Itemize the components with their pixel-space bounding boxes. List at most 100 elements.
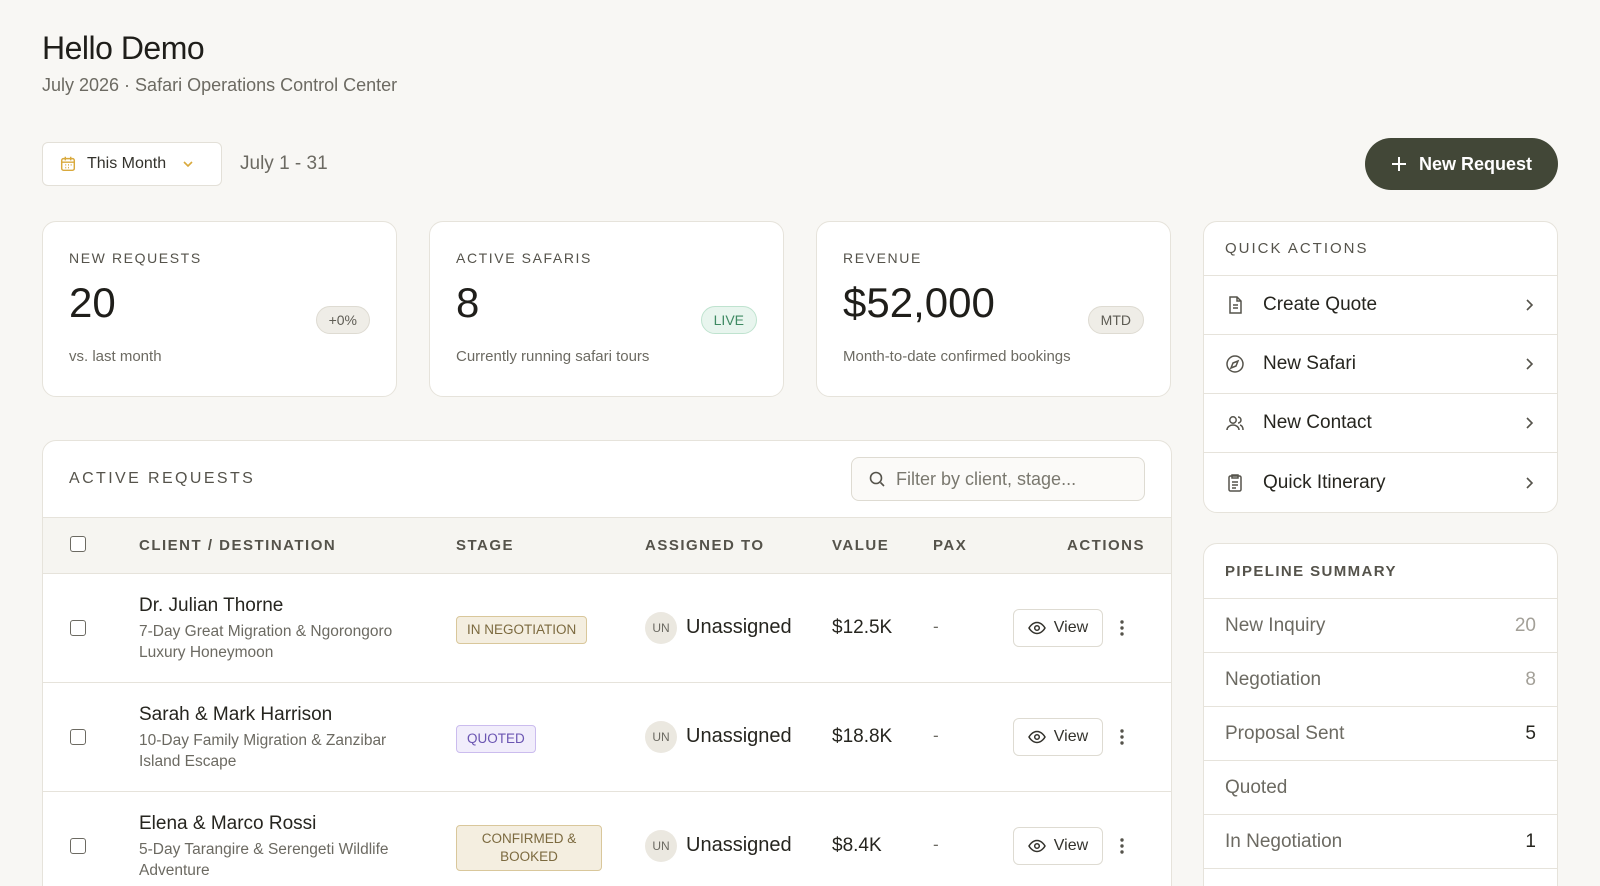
stat-card-active-safaris: ACTIVE SAFARIS 8 Currently running safar…	[429, 221, 784, 397]
active-requests-panel: ACTIVE REQUESTS CLIENT / DESTINATION STA…	[42, 440, 1172, 886]
action-label: Create Quote	[1263, 294, 1378, 315]
new-contact-action[interactable]: New Contact	[1204, 394, 1557, 453]
pipeline-row[interactable]: In Negotiation 1	[1204, 815, 1557, 869]
period-select[interactable]: This Month	[42, 142, 222, 186]
create-quote-action[interactable]: Create Quote	[1204, 276, 1557, 335]
pipeline-count: 1	[1525, 830, 1536, 852]
stage-badge: QUOTED	[456, 725, 536, 753]
users-icon	[1226, 416, 1244, 431]
col-stage[interactable]: STAGE	[456, 537, 514, 554]
pax-count: -	[933, 726, 939, 745]
pipeline-stage: New Inquiry	[1225, 614, 1326, 636]
action-label: Quick Itinerary	[1263, 471, 1386, 493]
quick-actions-panel: QUICK ACTIONS Create Quote New Safari Ne…	[1203, 221, 1558, 513]
date-range: July 1 - 31	[240, 153, 328, 174]
pipeline-row[interactable]: Proposal Sent 5	[1204, 707, 1557, 761]
col-value[interactable]: VALUE	[832, 537, 889, 554]
avatar: UN	[645, 721, 677, 753]
stat-card-revenue: REVENUE $52,000 Month-to-date confirmed …	[816, 221, 1171, 397]
pipeline-count: 8	[1525, 668, 1536, 690]
document-icon	[1229, 296, 1242, 314]
quick-actions-title: QUICK ACTIONS	[1204, 222, 1557, 276]
toolbar: This Month July 1 - 31 New Request	[42, 138, 1558, 190]
pipeline-stage: Quoted	[1225, 776, 1288, 798]
chevron-down-icon	[183, 161, 193, 168]
assignee[interactable]: Unassigned	[686, 725, 792, 748]
pipeline-row[interactable]: New Inquiry 20	[1204, 599, 1557, 653]
pipeline-stage: Proposal Sent	[1225, 722, 1345, 744]
stat-sub: vs. last month	[69, 348, 162, 365]
eye-icon	[1027, 621, 1046, 635]
change-badge: +0%	[315, 306, 370, 334]
page-header: Hello Demo July 2026 · Safari Operations…	[42, 30, 397, 96]
col-client[interactable]: CLIENT / DESTINATION	[139, 537, 336, 554]
pipeline-row[interactable]: Quoted	[1204, 761, 1557, 815]
pax-count: -	[933, 617, 939, 636]
eye-icon	[1027, 730, 1046, 744]
view-label: View	[1053, 728, 1089, 745]
clipboard-icon	[1228, 473, 1242, 492]
requests-title: ACTIVE REQUESTS	[69, 470, 256, 487]
stat-sub: Currently running safari tours	[456, 348, 650, 365]
view-button[interactable]: View	[1013, 609, 1103, 647]
live-badge: LIVE	[700, 306, 757, 334]
pipeline-summary-panel: PIPELINE SUMMARY New Inquiry 20 Negotiat…	[1203, 543, 1558, 886]
stat-card-new-requests: NEW REQUESTS 20 vs. last month +0%	[42, 221, 397, 397]
col-assigned[interactable]: ASSIGNED TO	[645, 537, 765, 554]
stat-label: ACTIVE SAFARIS	[456, 250, 592, 266]
requests-header: ACTIVE REQUESTS	[43, 441, 1171, 518]
col-actions: ACTIONS	[1067, 537, 1145, 554]
more-options-icon[interactable]	[1114, 836, 1130, 856]
pipeline-title: PIPELINE SUMMARY	[1204, 544, 1557, 599]
pipeline-row[interactable]: Negotiation 8	[1204, 653, 1557, 707]
select-all-checkbox[interactable]	[70, 536, 86, 552]
request-value: $12.5K	[832, 617, 893, 638]
view-label: View	[1053, 837, 1089, 854]
table-row[interactable]: Sarah & Mark Harrison 10-Day Family Migr…	[43, 683, 1171, 792]
client-destination: 7-Day Great Migration & Ngorongoro Luxur…	[139, 623, 393, 661]
stat-label: REVENUE	[843, 250, 922, 266]
row-checkbox[interactable]	[70, 838, 86, 854]
more-options-icon[interactable]	[1114, 618, 1130, 638]
client-name[interactable]: Sarah & Mark Harrison	[139, 704, 332, 726]
page-subtitle: July 2026 · Safari Operations Control Ce…	[42, 75, 398, 95]
plus-icon	[1391, 157, 1406, 171]
stage-badge: IN NEGOTIATION	[456, 616, 588, 644]
table-row[interactable]: Elena & Marco Rossi 5-Day Tarangire & Se…	[43, 792, 1171, 886]
pipeline-stage: In Negotiation	[1225, 830, 1343, 852]
chevron-right-icon	[1526, 417, 1534, 429]
period-label: This Month	[87, 155, 167, 172]
quick-itinerary-action[interactable]: Quick Itinerary	[1204, 453, 1557, 512]
view-button[interactable]: View	[1013, 718, 1103, 756]
pipeline-stage: Negotiation	[1225, 668, 1322, 690]
client-name[interactable]: Dr. Julian Thorne	[139, 595, 283, 617]
assignee[interactable]: Unassigned	[686, 616, 792, 639]
row-checkbox[interactable]	[70, 729, 86, 745]
new-request-button[interactable]: New Request	[1364, 138, 1558, 190]
new-safari-action[interactable]: New Safari	[1204, 335, 1557, 394]
search-icon	[869, 471, 885, 487]
mtd-badge: MTD	[1087, 306, 1144, 334]
view-button[interactable]: View	[1013, 827, 1103, 865]
client-name[interactable]: Elena & Marco Rossi	[139, 813, 316, 835]
request-value: $8.4K	[832, 835, 882, 856]
calendar-icon	[60, 156, 76, 172]
compass-icon	[1226, 355, 1244, 373]
filter-box	[851, 457, 1145, 501]
assignee[interactable]: Unassigned	[686, 834, 792, 857]
new-request-label: New Request	[1418, 153, 1532, 174]
chevron-right-icon	[1526, 299, 1534, 311]
stat-label: NEW REQUESTS	[69, 250, 202, 266]
more-options-icon[interactable]	[1114, 727, 1130, 747]
eye-icon	[1027, 839, 1046, 853]
pipeline-count: 20	[1514, 614, 1536, 636]
row-checkbox[interactable]	[70, 620, 86, 636]
pax-count: -	[933, 835, 939, 854]
client-destination: 10-Day Family Migration & Zanzibar Islan…	[139, 732, 387, 770]
table-row[interactable]: Dr. Julian Thorne 7-Day Great Migration …	[43, 574, 1171, 683]
col-pax[interactable]: PAX	[933, 537, 967, 554]
client-destination: 5-Day Tarangire & Serengeti Wildlife Adv…	[139, 841, 389, 879]
filter-input[interactable]	[896, 468, 1126, 490]
pipeline-count: 5	[1525, 722, 1536, 744]
avatar: UN	[645, 830, 677, 862]
